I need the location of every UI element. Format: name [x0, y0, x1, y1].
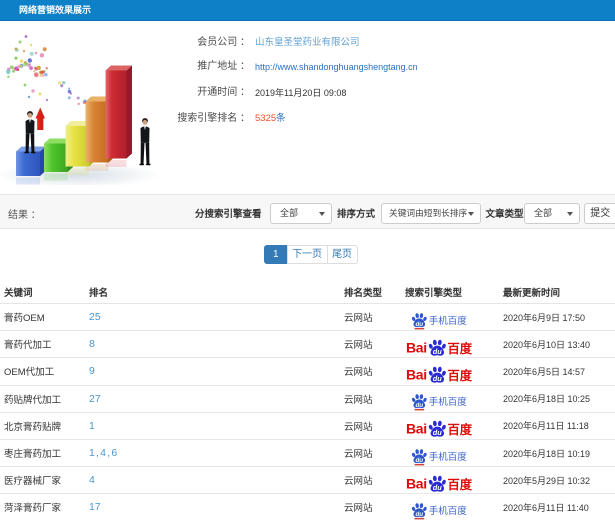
- svg-text:百度: 百度: [448, 341, 473, 356]
- svg-text:du: du: [415, 320, 423, 327]
- svg-text:手机百度: 手机百度: [429, 315, 468, 327]
- svg-text:手机百度: 手机百度: [429, 451, 468, 463]
- svg-text:du: du: [415, 511, 423, 518]
- svg-text:百度: 百度: [448, 422, 473, 437]
- svg-text:du: du: [415, 402, 423, 409]
- svg-text:Bai: Bai: [406, 339, 427, 355]
- svg-text:du: du: [433, 374, 443, 383]
- svg-text:手机百度: 手机百度: [429, 396, 468, 408]
- svg-text:du: du: [415, 456, 423, 463]
- svg-text:百度: 百度: [448, 477, 473, 492]
- svg-text:du: du: [433, 428, 443, 437]
- svg-text:du: du: [433, 347, 443, 356]
- svg-text:du: du: [433, 483, 443, 492]
- svg-text:Bai: Bai: [406, 475, 427, 491]
- svg-text:Bai: Bai: [406, 421, 427, 437]
- svg-text:手机百度: 手机百度: [429, 505, 468, 517]
- svg-text:百度: 百度: [448, 368, 473, 383]
- svg-text:Bai: Bai: [406, 367, 427, 383]
